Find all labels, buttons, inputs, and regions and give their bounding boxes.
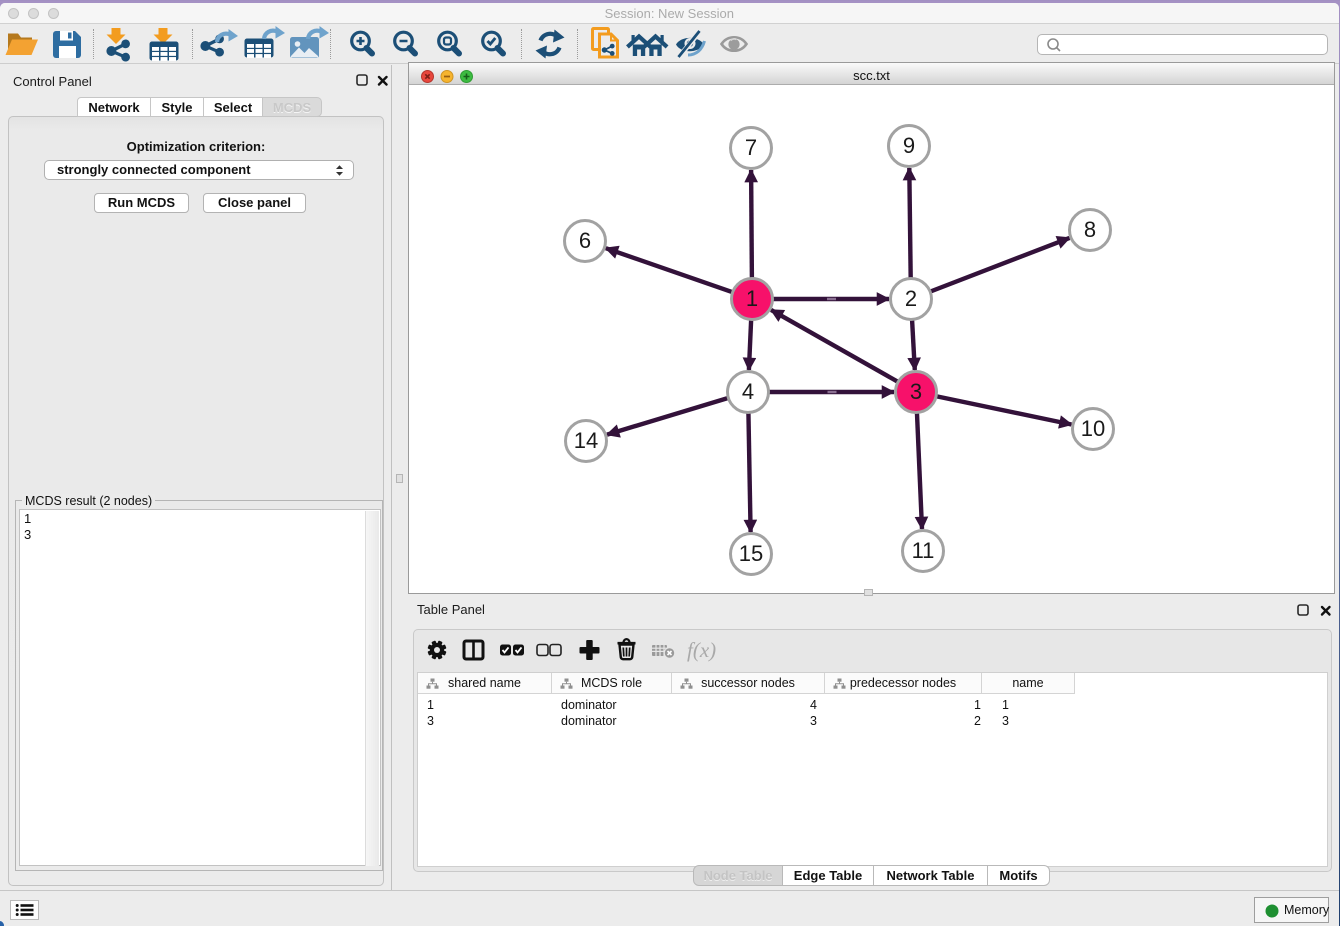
svg-text:f(x): f(x)	[687, 638, 716, 662]
svg-text:2: 2	[905, 286, 917, 311]
svg-text:4: 4	[742, 379, 754, 404]
svg-text:11: 11	[912, 538, 935, 563]
svg-text:6: 6	[579, 228, 591, 253]
svg-text:9: 9	[903, 133, 915, 158]
svg-text:3: 3	[910, 379, 922, 404]
svg-text:10: 10	[1081, 416, 1105, 441]
svg-text:7: 7	[745, 135, 757, 160]
svg-text:15: 15	[739, 541, 763, 566]
svg-text:14: 14	[574, 428, 598, 453]
svg-text:8: 8	[1084, 217, 1096, 242]
svg-text:1: 1	[746, 286, 758, 311]
